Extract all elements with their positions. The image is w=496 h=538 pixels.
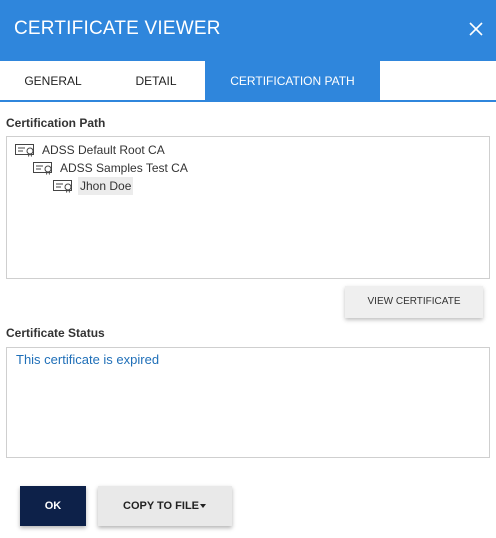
caret-down-icon — [200, 504, 206, 508]
certification-path-label: Certification Path — [6, 116, 106, 130]
dialog-header: CERTIFICATE VIEWER — [0, 0, 496, 61]
tree-item-label: Jhon Doe — [78, 177, 134, 195]
tab-bar: GENERAL DETAIL CERTIFICATION PATH — [0, 61, 496, 102]
tree-item-label: ADSS Default Root CA — [42, 143, 165, 157]
tab-general[interactable]: GENERAL — [0, 61, 106, 102]
copy-to-file-label: COPY TO FILE — [123, 500, 199, 512]
tab-certification-path[interactable]: CERTIFICATION PATH — [205, 61, 380, 102]
ok-button[interactable]: OK — [20, 486, 86, 526]
certificate-status-label: Certificate Status — [6, 326, 105, 340]
certification-path-tree: ADSS Default Root CA ADSS Samples Test C… — [6, 136, 490, 279]
certificate-icon — [53, 180, 72, 193]
view-certificate-button[interactable]: VIEW CERTIFICATE — [345, 286, 483, 318]
dialog-title: CERTIFICATE VIEWER — [14, 18, 221, 39]
tree-item-label: ADSS Samples Test CA — [60, 161, 188, 175]
certificate-icon — [33, 162, 52, 175]
certificate-icon — [15, 144, 34, 157]
status-text: This certificate is expired — [16, 352, 160, 367]
copy-to-file-button[interactable]: COPY TO FILE — [98, 486, 232, 526]
close-icon[interactable] — [467, 20, 485, 38]
tab-detail[interactable]: DETAIL — [106, 61, 206, 102]
certificate-status-box: This certificate is expired — [6, 347, 490, 458]
